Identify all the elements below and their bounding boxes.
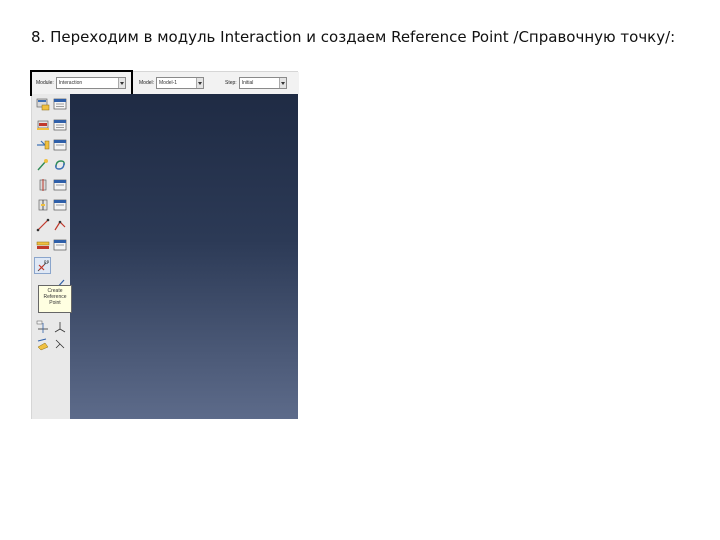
fastener-manager-icon[interactable] <box>53 178 67 192</box>
module-label: Module: <box>36 80 54 86</box>
chevron-down-icon[interactable] <box>196 78 204 88</box>
create-fastener-icon[interactable] <box>36 178 50 192</box>
model-combo[interactable]: Model-1 <box>156 77 205 89</box>
datum-csys-icon[interactable] <box>53 320 67 334</box>
reference-point-tooltip: Create Reference Point <box>38 285 72 313</box>
model-label: Model: <box>139 80 155 86</box>
create-crack-icon[interactable] <box>36 238 50 252</box>
query-tool-icon[interactable] <box>53 337 67 351</box>
partition-tool-icon[interactable] <box>36 337 50 351</box>
step-value: Initial <box>241 80 254 86</box>
step-combo[interactable]: Initial <box>238 77 287 89</box>
toolbox: RP <box>32 94 71 419</box>
module-combo[interactable]: Interaction <box>55 77 126 89</box>
reference-point-icon: RP <box>37 260 50 272</box>
create-wire-icon[interactable] <box>36 218 50 232</box>
crack-manager-icon[interactable] <box>53 238 67 252</box>
context-bar: Module: Interaction Model: Model-1 Step:… <box>30 70 299 96</box>
chevron-down-icon[interactable] <box>278 78 286 88</box>
viewport-canvas[interactable] <box>70 94 298 419</box>
module-value: Interaction <box>58 80 83 86</box>
constraint-manager-icon[interactable] <box>53 138 67 152</box>
wire-manager-icon[interactable] <box>53 218 67 232</box>
model-selector-group: Model: Model-1 <box>139 76 205 90</box>
create-coupling-icon[interactable] <box>36 198 50 212</box>
create-interaction-icon[interactable] <box>36 97 50 111</box>
chevron-down-icon[interactable] <box>117 78 125 88</box>
create-constraint-icon[interactable] <box>36 138 50 152</box>
step-selector-group: Step: Initial <box>225 76 287 90</box>
datum-axis-icon[interactable] <box>36 320 50 334</box>
step-label: Step: <box>225 80 237 86</box>
create-connector-icon[interactable] <box>36 158 50 172</box>
interaction-manager-icon[interactable] <box>53 97 67 111</box>
coupling-manager-icon[interactable] <box>53 198 67 212</box>
create-interaction-property-icon[interactable] <box>36 118 50 132</box>
model-value: Model-1 <box>159 80 178 86</box>
tooltip-line-3: Point <box>49 300 61 306</box>
slide-title: 8. Переходим в модуль Interaction и созд… <box>31 28 676 46</box>
interaction-property-manager-icon[interactable] <box>53 118 67 132</box>
connector-section-icon[interactable] <box>53 158 67 172</box>
module-selector-group: Module: Interaction <box>36 76 126 90</box>
svg-text:RP: RP <box>44 260 50 265</box>
abaqus-screenshot: Module: Interaction Model: Model-1 Step:… <box>30 70 299 419</box>
reference-point-button[interactable]: RP <box>34 257 51 274</box>
